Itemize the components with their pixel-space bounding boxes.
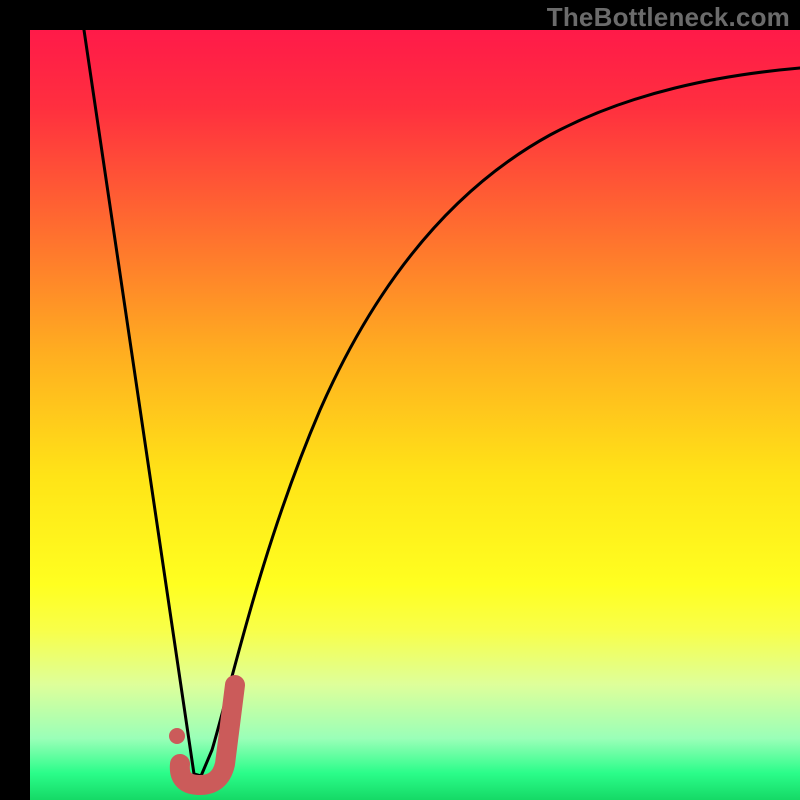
chart-svg	[30, 30, 800, 800]
chart-frame: TheBottleneck.com	[0, 0, 800, 800]
marker-dot	[169, 728, 185, 744]
gradient-background	[30, 30, 800, 800]
watermark-text: TheBottleneck.com	[547, 2, 790, 33]
plot-area	[30, 30, 800, 800]
